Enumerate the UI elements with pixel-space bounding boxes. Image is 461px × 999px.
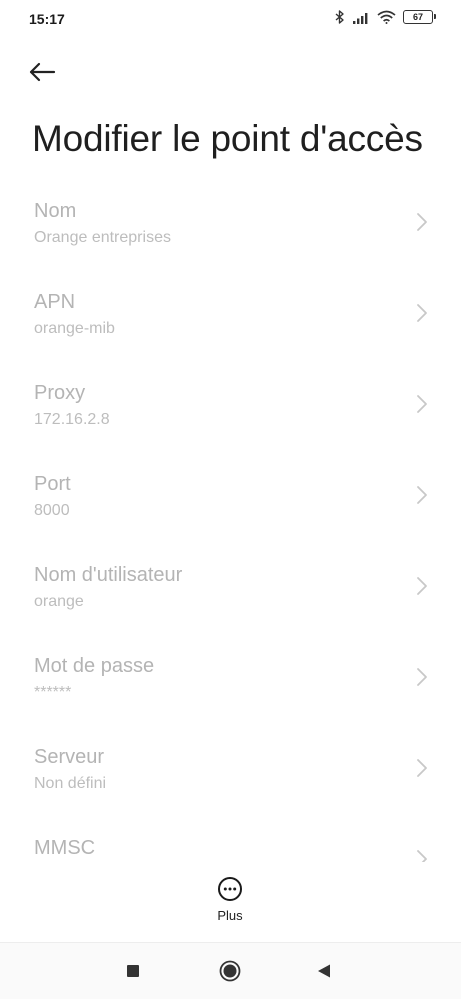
battery-level: 67 [412, 12, 423, 22]
setting-value: orange [34, 593, 84, 610]
home-button[interactable] [218, 959, 242, 983]
setting-title: APN [34, 291, 76, 313]
settings-list: Nom Orange entreprises APN orange-mib Pr… [0, 182, 461, 862]
setting-row-port[interactable]: Port 8000 [0, 455, 461, 546]
chevron-right-icon [417, 759, 427, 777]
wifi-icon [377, 10, 396, 24]
battery-icon: 67 [403, 10, 436, 24]
setting-value: orange-mib [34, 320, 115, 337]
chevron-right-icon [417, 213, 427, 231]
recents-button[interactable] [121, 959, 145, 983]
page-title: Modifier le point d'accès [32, 118, 423, 159]
chevron-right-icon [417, 395, 427, 413]
arrow-left-icon [29, 62, 56, 82]
bluetooth-icon [335, 10, 344, 24]
chevron-right-icon [417, 577, 427, 595]
setting-value: Orange entreprises [34, 229, 171, 246]
back-nav-button[interactable] [312, 959, 336, 983]
setting-value: Non défini [34, 775, 107, 792]
setting-title: Nom [34, 200, 77, 222]
chevron-right-icon [417, 850, 427, 862]
setting-title: MMSC [34, 837, 96, 859]
setting-title: Proxy [34, 382, 86, 404]
back-button[interactable] [28, 54, 68, 90]
setting-title: Mot de passe [34, 655, 155, 677]
more-button[interactable]: Plus [205, 876, 255, 926]
setting-row-proxy[interactable]: Proxy 172.16.2.8 [0, 364, 461, 455]
setting-title: Nom d'utilisateur [34, 564, 183, 586]
setting-row-password[interactable]: Mot de passe ****** [0, 637, 461, 728]
chevron-right-icon [417, 304, 427, 322]
setting-row-apn[interactable]: APN orange-mib [0, 273, 461, 364]
bottom-action-bar: Plus [0, 862, 461, 942]
signal-icon [353, 12, 368, 24]
setting-row-username[interactable]: Nom d'utilisateur orange [0, 546, 461, 637]
setting-title: Serveur [34, 746, 105, 768]
back-triangle-icon [318, 964, 330, 978]
navigation-bar [0, 943, 461, 999]
setting-row-mmsc[interactable]: MMSC [0, 819, 461, 862]
more-label: Plus [217, 908, 243, 923]
setting-value: ****** [34, 684, 72, 701]
setting-title: Port [34, 473, 71, 495]
more-horizontal-icon [218, 877, 242, 901]
status-time: 15:17 [29, 11, 65, 27]
recents-square-icon [127, 965, 139, 977]
setting-value: 172.16.2.8 [34, 411, 110, 428]
chevron-right-icon [417, 668, 427, 686]
chevron-right-icon [417, 486, 427, 504]
setting-row-nom[interactable]: Nom Orange entreprises [0, 182, 461, 273]
status-icons: 67 [335, 10, 436, 24]
setting-value: 8000 [34, 502, 70, 519]
home-circle-icon [219, 960, 241, 982]
status-bar: 15:17 67 [0, 0, 461, 40]
setting-row-server[interactable]: Serveur Non défini [0, 728, 461, 819]
